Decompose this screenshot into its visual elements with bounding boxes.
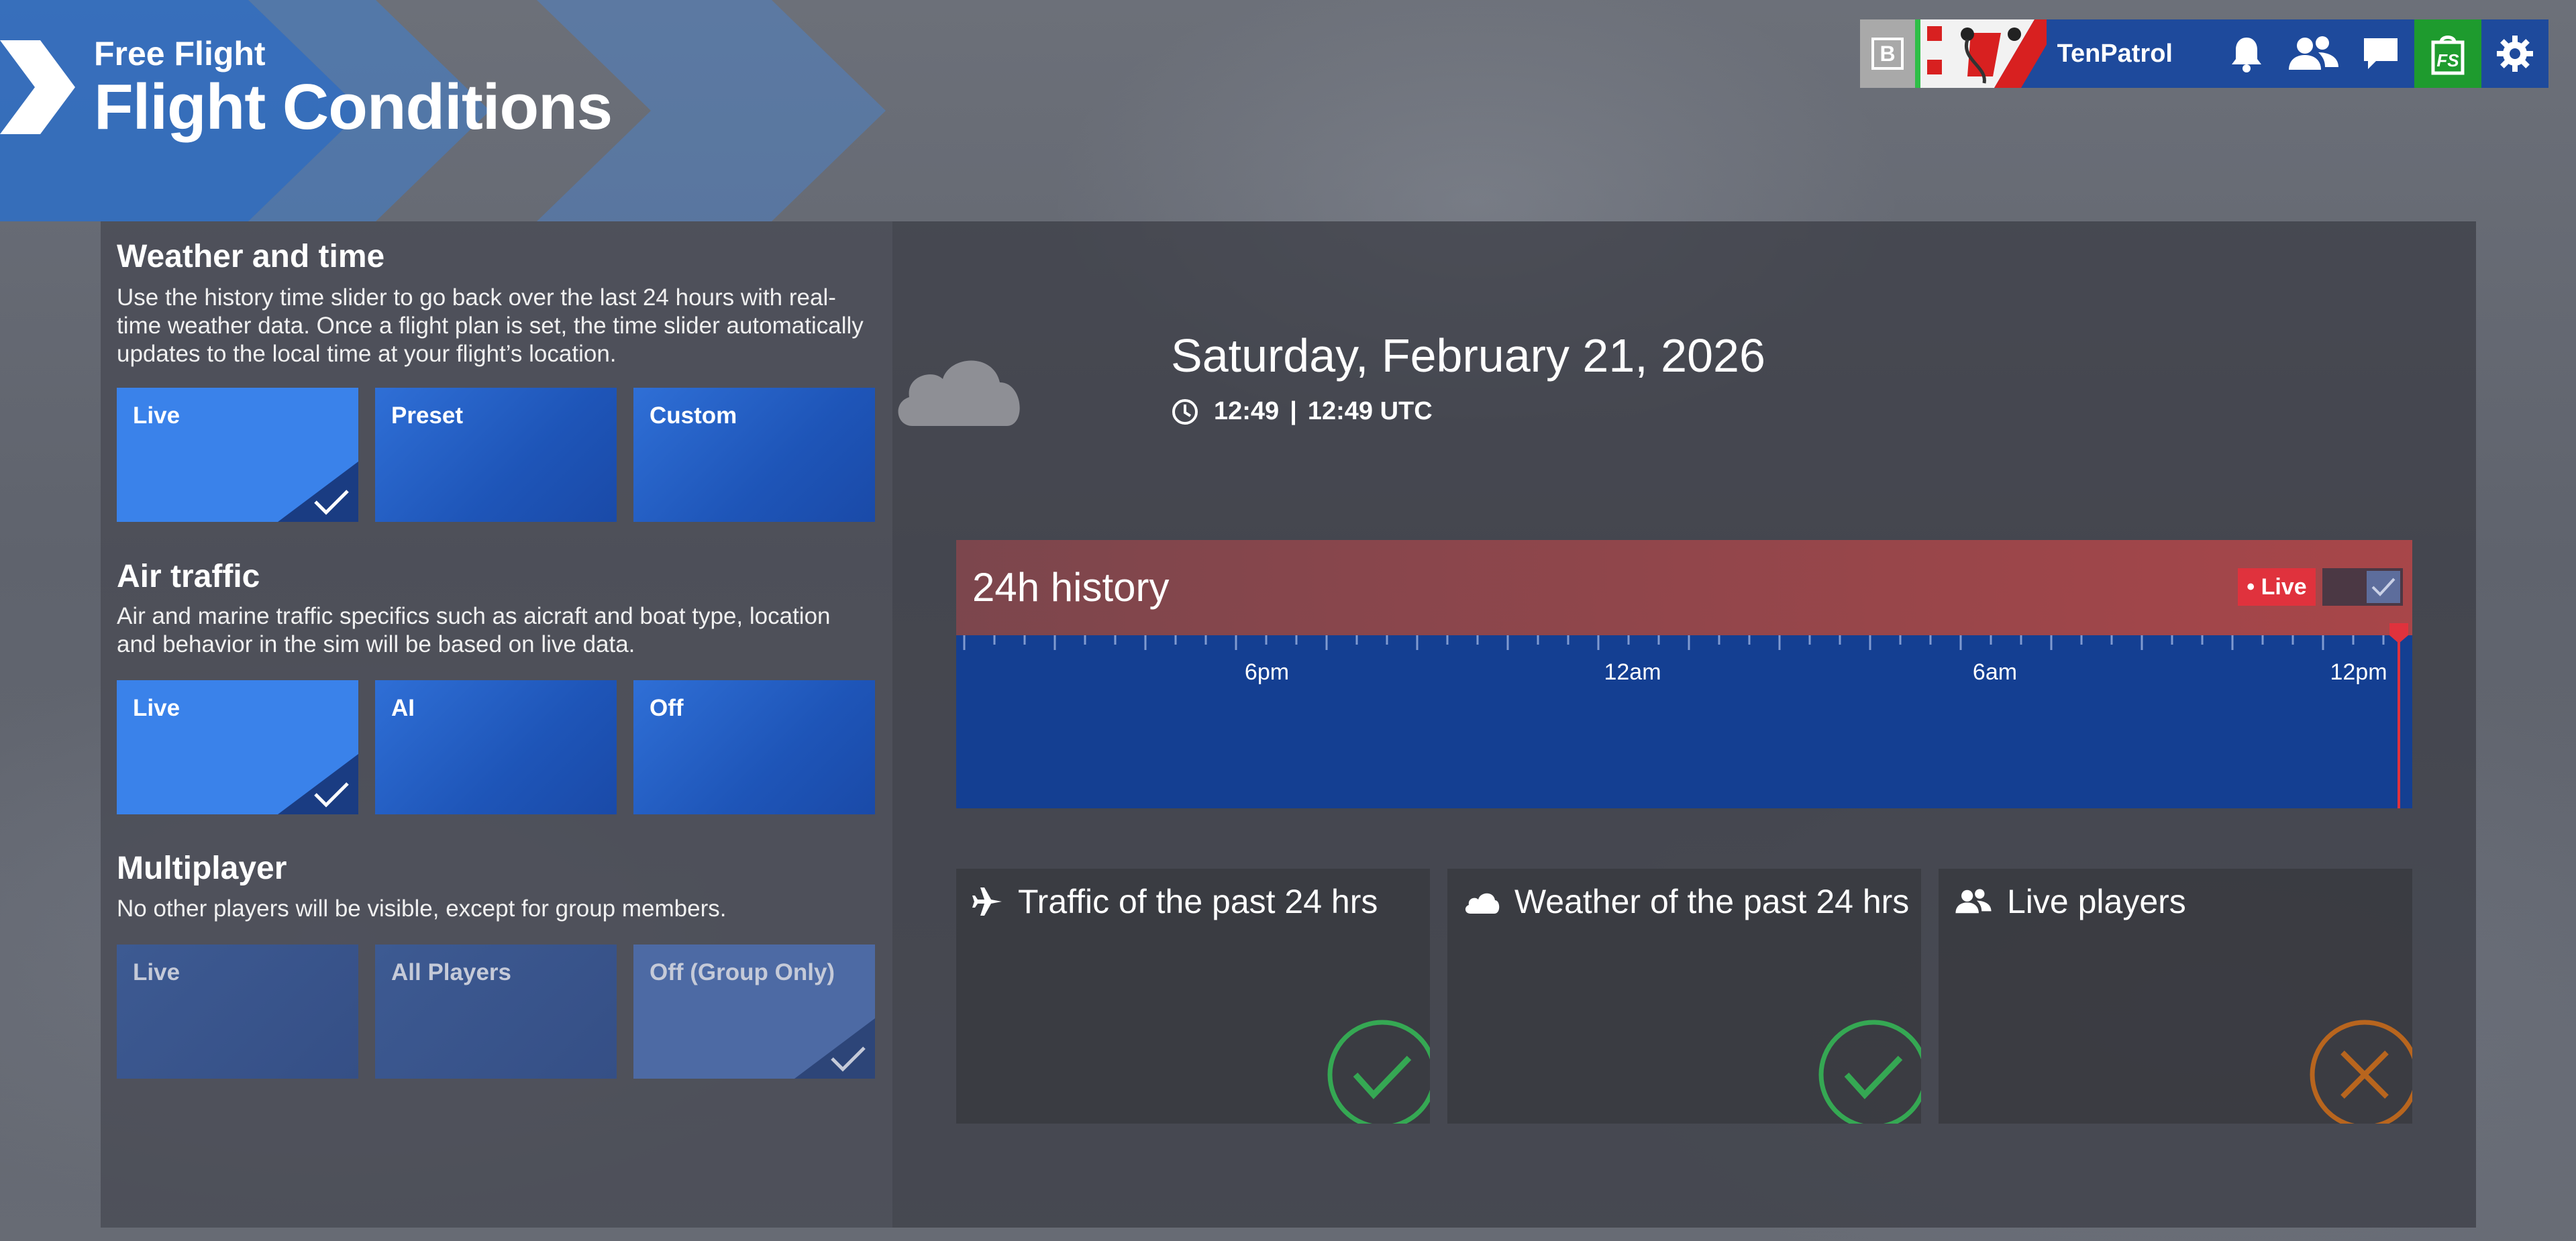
- page-title: Flight Conditions: [94, 71, 613, 143]
- cloud-icon: [898, 360, 1020, 426]
- card-title: Traffic of the past 24 hrs: [1018, 883, 1378, 920]
- tick-label-6pm: 6pm: [1244, 659, 1290, 685]
- bell-icon[interactable]: [2213, 19, 2280, 88]
- check-icon: [2371, 578, 2395, 596]
- avatar-image: [1920, 19, 2047, 88]
- card-title: Live players: [2007, 883, 2186, 920]
- multiplayer-description: No other players will be visible, except…: [117, 896, 727, 922]
- card-header: Live players: [1955, 882, 2186, 921]
- tick-label-12am: 12am: [1604, 659, 1661, 685]
- option-label: All Players: [391, 959, 511, 985]
- air-traffic-description: Air and marine traffic specifics such as…: [117, 603, 831, 657]
- multiplayer-option-off-group-only[interactable]: Off (Group Only): [633, 945, 875, 1079]
- check-icon: [831, 1046, 866, 1072]
- history-title: 24h history: [972, 565, 1170, 610]
- check-icon: [314, 490, 349, 515]
- gear-icon[interactable]: [2481, 19, 2548, 88]
- weather-option-custom[interactable]: Custom: [633, 388, 875, 522]
- air-traffic-option-live[interactable]: Live: [117, 680, 358, 814]
- air-traffic-title: Air traffic: [117, 559, 260, 594]
- page-subtitle: Free Flight: [94, 35, 266, 72]
- multiplayer-option-live[interactable]: Live: [117, 945, 358, 1079]
- option-label: Live: [133, 402, 181, 429]
- multiplayer-option-all-players[interactable]: All Players: [375, 945, 617, 1079]
- utc-time: 12:49 UTC: [1307, 397, 1433, 425]
- username[interactable]: TenPatrol: [2057, 40, 2173, 68]
- header-titles: Free Flight Flight Conditions: [94, 35, 613, 143]
- airplane-icon: [972, 887, 1002, 916]
- badge-button[interactable]: B: [1860, 19, 1921, 88]
- weather-option-live[interactable]: Live: [117, 388, 358, 522]
- card-header: Weather of the past 24 hrs: [1463, 882, 1909, 921]
- option-label: Live: [133, 959, 181, 985]
- live-badge: • Live: [2238, 568, 2316, 606]
- option-label: Preset: [391, 402, 464, 429]
- live-players-card: Live players: [1939, 869, 2412, 1124]
- option-label: AI: [391, 695, 415, 721]
- check-circle-icon: [1818, 1020, 1921, 1124]
- weather-description: Use the history time slider to go back o…: [117, 284, 864, 367]
- players-icon: [1955, 889, 1992, 914]
- option-label: Custom: [650, 402, 737, 429]
- weather-option-preset[interactable]: Preset: [375, 388, 617, 522]
- slider-handle[interactable]: [2389, 620, 2408, 808]
- toggle-knob: [2367, 571, 2400, 603]
- tick-label-12pm: 12pm: [2330, 659, 2387, 685]
- cloud-icon: [1465, 893, 1500, 914]
- multiplayer-title: Multiplayer: [117, 851, 287, 886]
- clock-icon: [1172, 398, 1198, 425]
- air-traffic-option-off[interactable]: Off: [633, 680, 875, 814]
- avatar[interactable]: [1920, 19, 2047, 88]
- store-icon[interactable]: FS: [2414, 19, 2481, 88]
- weather-history-card: Weather of the past 24 hrs: [1447, 869, 1921, 1124]
- svg-text:FS: FS: [2436, 50, 2459, 70]
- option-label: Off: [650, 695, 684, 721]
- history-slider[interactable]: 24h history • Live 6pm 12am 6am 12pm: [956, 540, 2412, 808]
- air-traffic-option-ai[interactable]: AI: [375, 680, 617, 814]
- option-label: Live: [133, 695, 181, 721]
- top-bar: B TenPatrol FS: [1860, 19, 2548, 88]
- chat-icon[interactable]: [2347, 19, 2414, 88]
- history-header: [956, 540, 2412, 635]
- cross-circle-icon: [2310, 1020, 2412, 1124]
- traffic-history-card: Traffic of the past 24 hrs: [956, 869, 1430, 1124]
- weather-title: Weather and time: [117, 239, 385, 274]
- history-ticks: [963, 635, 2385, 650]
- local-time: 12:49: [1214, 397, 1280, 425]
- card-header: Traffic of the past 24 hrs: [972, 882, 1378, 921]
- badge-letter: B: [1871, 38, 1904, 70]
- tick-label-6am: 6am: [1972, 659, 2018, 685]
- option-label: Off (Group Only): [650, 959, 835, 985]
- card-title: Weather of the past 24 hrs: [1514, 883, 1910, 920]
- check-circle-icon: [1327, 1020, 1430, 1124]
- user-bar: TenPatrol FS: [2046, 19, 2548, 88]
- friends-icon[interactable]: [2280, 19, 2347, 88]
- time-separator: |: [1290, 397, 1297, 425]
- settings-column: Weather and time Use the history time sl…: [101, 221, 892, 1228]
- current-time: 12:49 | 12:49 UTC: [1171, 397, 1433, 426]
- current-date: Saturday, February 21, 2026: [1171, 329, 1765, 382]
- check-icon: [314, 782, 349, 808]
- live-toggle[interactable]: [2322, 568, 2403, 606]
